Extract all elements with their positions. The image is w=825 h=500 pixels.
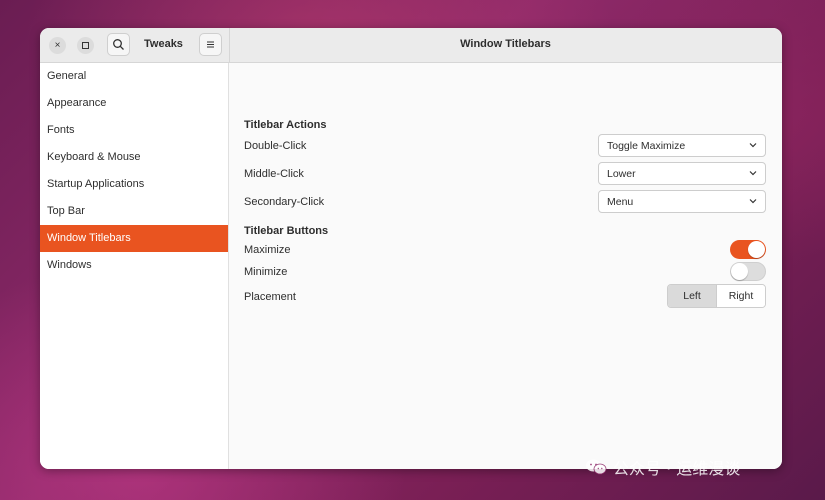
close-button[interactable]: × — [49, 37, 66, 54]
secondary-click-value: Menu — [607, 196, 634, 208]
sidebar-item-startup-applications[interactable]: Startup Applications — [40, 171, 228, 198]
placement-left-button[interactable]: Left — [668, 285, 717, 307]
double-click-label: Double-Click — [244, 140, 307, 152]
close-icon: × — [54, 40, 61, 51]
secondary-click-dropdown[interactable]: Menu — [598, 190, 766, 213]
menu-button[interactable] — [199, 33, 222, 56]
sidebar-item-top-bar[interactable]: Top Bar — [40, 198, 228, 225]
maximize-window-button[interactable] — [77, 37, 94, 54]
sidebar-item-appearance[interactable]: Appearance — [40, 90, 228, 117]
placement-right-button[interactable]: Right — [717, 285, 765, 307]
chevron-down-icon — [749, 143, 757, 148]
placement-label: Placement — [244, 291, 296, 303]
toggle-knob — [731, 263, 748, 280]
titlebar-buttons-heading: Titlebar Buttons — [244, 225, 329, 237]
sidebar-item-window-titlebars[interactable]: Window Titlebars — [40, 225, 228, 252]
middle-click-dropdown[interactable]: Lower — [598, 162, 766, 185]
placement-segmented-control: Left Right — [667, 284, 766, 308]
middle-click-label: Middle-Click — [244, 168, 304, 180]
secondary-click-label: Secondary-Click — [244, 196, 325, 208]
maximize-icon — [82, 42, 89, 49]
hamburger-menu-icon — [207, 41, 214, 48]
sidebar-item-keyboard-mouse[interactable]: Keyboard & Mouse — [40, 144, 228, 171]
tweaks-window: × Tweaks Window Titlebars General Appear… — [40, 28, 782, 469]
titlebar-actions-heading: Titlebar Actions — [244, 119, 327, 131]
sidebar-item-windows[interactable]: Windows — [40, 252, 228, 279]
watermark: 公众号 · 运维漫谈 — [585, 455, 740, 479]
sidebar: General Appearance Fonts Keyboard & Mous… — [40, 63, 229, 469]
app-title: Tweaks — [144, 38, 183, 50]
double-click-dropdown[interactable]: Toggle Maximize — [598, 134, 766, 157]
chevron-down-icon — [749, 199, 757, 204]
headerbar: × Tweaks Window Titlebars — [40, 28, 782, 63]
minimize-toggle[interactable] — [730, 262, 766, 281]
middle-click-value: Lower — [607, 168, 636, 180]
page-title: Window Titlebars — [460, 38, 551, 50]
maximize-toggle[interactable] — [730, 240, 766, 259]
search-button[interactable] — [107, 33, 130, 56]
maximize-label: Maximize — [244, 244, 291, 256]
sidebar-item-fonts[interactable]: Fonts — [40, 117, 228, 144]
search-icon — [113, 39, 124, 50]
watermark-text: 公众号 · 运维漫谈 — [613, 459, 741, 478]
headerbar-sidebar-section: × Tweaks — [40, 28, 230, 62]
minimize-label: Minimize — [244, 266, 288, 278]
chevron-down-icon — [749, 171, 757, 176]
sidebar-item-general[interactable]: General — [40, 63, 228, 90]
wechat-icon — [586, 459, 607, 475]
double-click-value: Toggle Maximize — [607, 140, 686, 152]
toggle-knob — [748, 241, 765, 258]
settings-panel: Titlebar Actions Double-Click Toggle Max… — [229, 63, 782, 469]
